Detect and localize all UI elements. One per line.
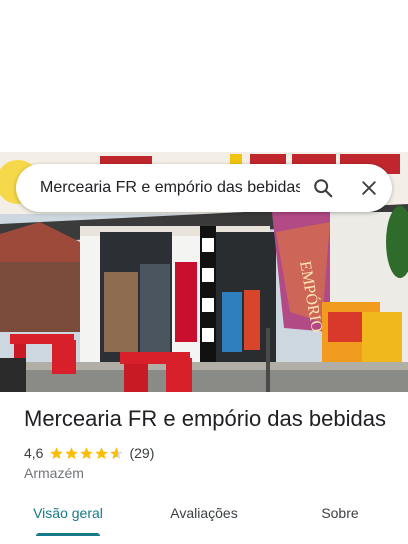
tab-label: Avaliações (170, 505, 238, 521)
tab-label: Sobre (321, 505, 359, 521)
star-half-icon (110, 446, 124, 459)
search-input[interactable]: Mercearia FR e empório das bebidas (40, 179, 300, 197)
search-icon (314, 179, 333, 198)
star-icon (95, 446, 109, 459)
tab-overview[interactable]: Visão geral (0, 494, 136, 544)
star-icon (50, 446, 64, 459)
place-category: Armazém (24, 465, 84, 481)
rating-stars (49, 446, 124, 461)
tab-bar: Visão geral Avaliações Sobre (0, 494, 408, 544)
close-button[interactable] (346, 164, 392, 212)
place-title: Mercearia FR e empório das bebidas (24, 406, 386, 431)
star-icon (80, 446, 94, 459)
active-tab-indicator (36, 533, 100, 536)
review-count[interactable]: (29) (129, 445, 154, 461)
tab-label: Visão geral (33, 505, 103, 521)
star-icon (65, 446, 79, 459)
rating-value: 4,6 (24, 445, 44, 461)
search-button[interactable] (300, 164, 346, 212)
close-icon (362, 181, 376, 195)
tab-reviews[interactable]: Avaliações (136, 494, 272, 544)
tab-about[interactable]: Sobre (272, 494, 408, 544)
rating-row[interactable]: 4,6 (29) (24, 444, 154, 462)
search-bar[interactable]: Mercearia FR e empório das bebidas (16, 164, 392, 212)
